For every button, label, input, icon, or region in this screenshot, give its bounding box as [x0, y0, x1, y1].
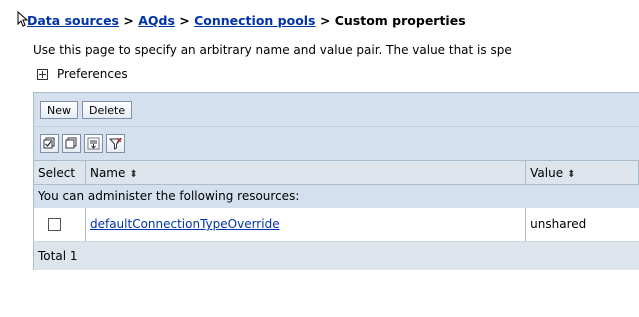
column-header-select: Select — [33, 160, 86, 185]
resources-panel: New Delete Select Name ⬍ Value ⬍ You can a… — [33, 92, 639, 270]
property-name-link[interactable]: defaultConnectionTypeOverride — [90, 217, 280, 231]
preferences-toggle[interactable]: Preferences — [37, 67, 128, 81]
expand-icon[interactable] — [37, 68, 48, 80]
selection-toolbar — [33, 126, 639, 160]
column-header-value-label: Value — [530, 165, 564, 180]
column-header-name[interactable]: Name ⬍ — [84, 160, 527, 185]
row-select-cell — [33, 207, 86, 242]
show-filter-icon[interactable] — [84, 134, 103, 153]
breadcrumb-separator: > — [123, 13, 134, 28]
breadcrumb-separator: > — [179, 13, 190, 28]
sort-icon[interactable]: ⬍ — [567, 169, 575, 180]
table-total-row: Total 1 — [33, 241, 639, 270]
breadcrumb: Data sources > AQds > Connection pools >… — [27, 13, 466, 28]
deselect-all-icon[interactable] — [62, 134, 81, 153]
table-row: defaultConnectionTypeOverride unshared — [33, 207, 639, 242]
column-header-name-label: Name — [89, 165, 126, 180]
custom-properties-table: Select Name ⬍ Value ⬍ You can administer t… — [33, 160, 639, 270]
new-button[interactable]: New — [40, 100, 78, 119]
breadcrumb-link-aqds[interactable]: AQds — [138, 13, 175, 28]
breadcrumb-link-data-sources[interactable]: Data sources — [27, 13, 119, 28]
breadcrumb-current: Custom properties — [334, 13, 466, 28]
sort-icon[interactable]: ⬍ — [129, 169, 137, 180]
page-description: Use this page to specify an arbitrary na… — [33, 43, 512, 57]
row-value-cell: unshared — [525, 207, 639, 242]
row-name-cell: defaultConnectionTypeOverride — [84, 207, 526, 242]
select-all-icon[interactable] — [40, 134, 59, 153]
clear-filter-icon[interactable] — [106, 134, 125, 153]
action-toolbar: New Delete — [33, 92, 639, 126]
row-checkbox[interactable] — [48, 218, 61, 232]
delete-button[interactable]: Delete — [82, 100, 133, 119]
breadcrumb-separator: > — [319, 13, 331, 28]
table-info-text: You can administer the following resourc… — [33, 184, 639, 208]
table-info-row: You can administer the following resourc… — [33, 184, 639, 208]
column-header-value[interactable]: Value ⬍ — [525, 160, 639, 185]
preferences-label: Preferences — [57, 67, 128, 81]
breadcrumb-link-connection-pools[interactable]: Connection pools — [194, 13, 315, 28]
table-total-text: Total 1 — [33, 241, 639, 270]
